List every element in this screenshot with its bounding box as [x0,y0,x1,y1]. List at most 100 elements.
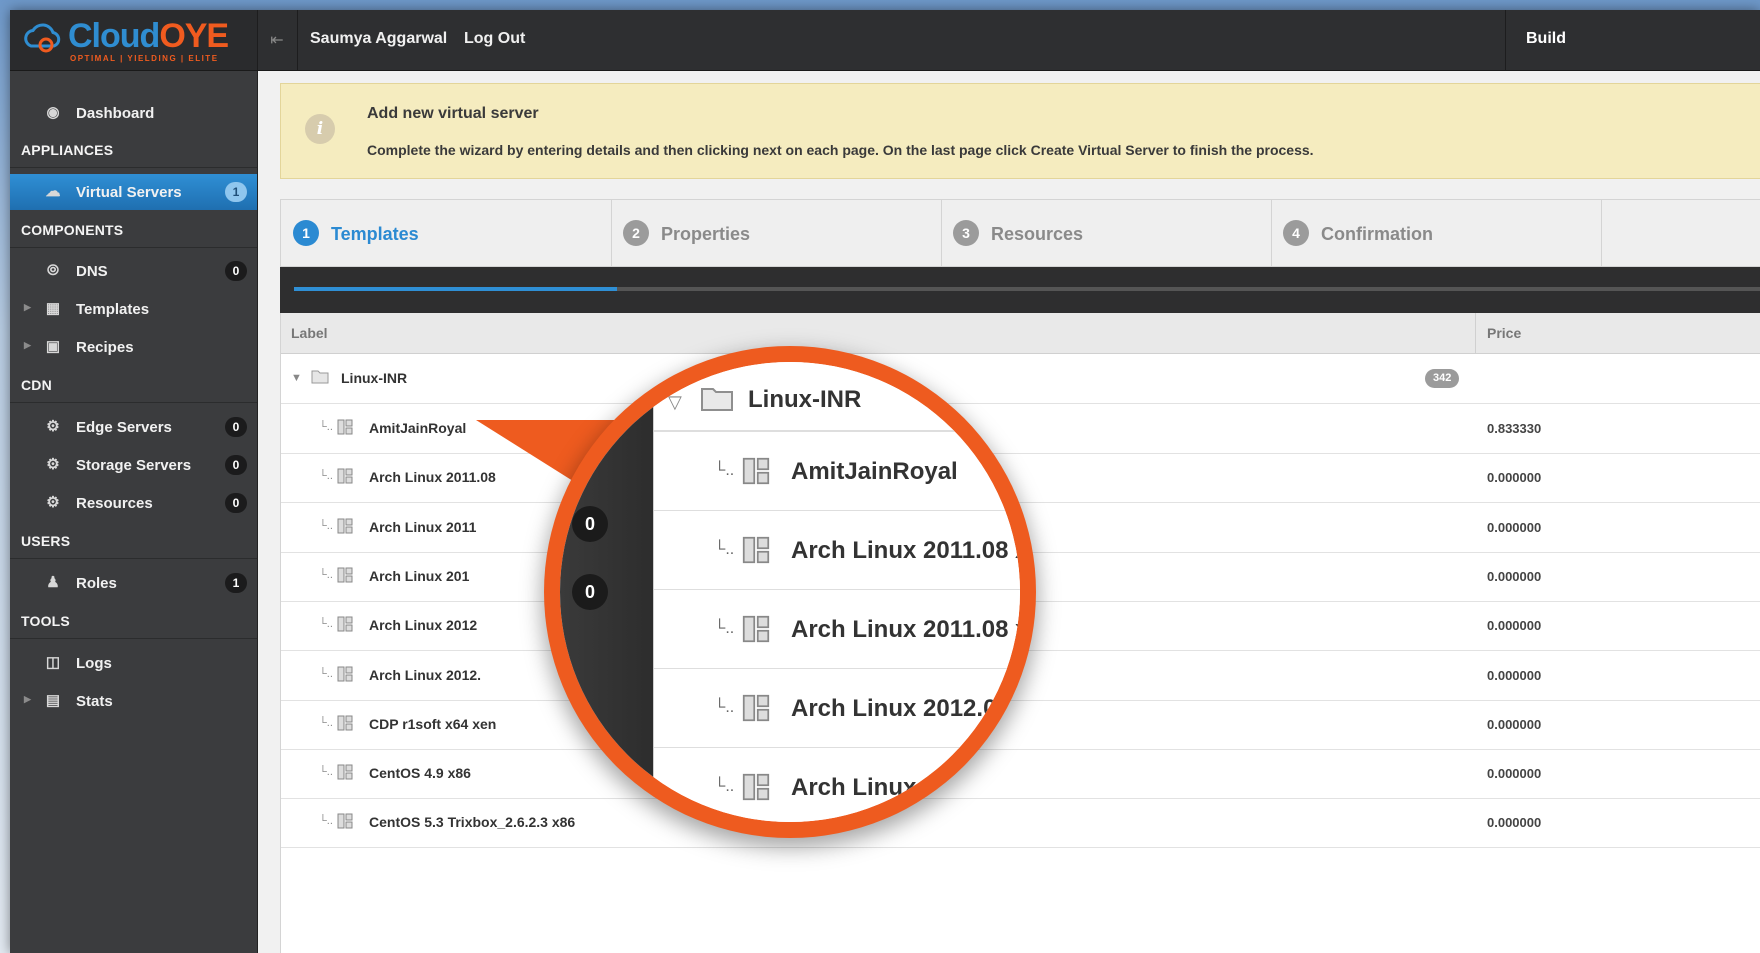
collapse-arrow-icon: ▽ [668,392,682,412]
wizard-progress-bar [280,267,1760,313]
template-icon [337,518,353,534]
section-appliances: APPLIANCES [21,142,114,158]
magnified-row: └.. Arch Linux 2012.08 x [654,669,1020,749]
row-price: 0.000000 [1487,716,1542,732]
template-icon [337,813,353,829]
row-price: 0.000000 [1487,815,1542,831]
cloud-icon: ☁ [45,183,61,200]
template-icon [742,536,770,564]
sidebar-item-roles[interactable]: ♟ Roles 1 [10,565,257,601]
tree-connector-icon: └.. [319,716,333,729]
template-icon [742,457,770,485]
count-badge: 1 [225,573,247,593]
section-cdn: CDN [21,377,52,393]
build-menu-button[interactable]: Build [1505,10,1760,70]
tree-connector-icon: └.. [319,421,333,433]
sidebar-item-recipes[interactable]: ▶ ▣ Recipes [10,329,257,365]
row-price: 0.000000 [1487,470,1542,486]
step-properties[interactable]: 2 Properties [611,200,942,266]
expand-arrow-icon[interactable]: ▶ [24,694,31,705]
expand-arrow-icon[interactable]: ▶ [24,340,31,351]
tree-connector-icon: └.. [319,766,333,779]
magnified-count-badge: 0 [572,574,608,610]
section-users: USERS [21,533,71,549]
table-row[interactable]: └.. CDP r1soft x64 xen 0.000000 [281,700,1760,750]
sidebar-item-edge-servers[interactable]: ⚙ Edge Servers 0 [10,409,257,445]
magnified-row-label: AmitJainRoyal [791,458,958,485]
info-notice: i Add new virtual server Complete the wi… [280,83,1760,179]
tree-connector-icon: └.. [319,519,333,532]
templates-icon: ▦ [45,300,61,317]
divider [10,558,257,559]
collapse-sidebar-icon[interactable]: ⇤ [257,10,298,70]
expand-arrow-icon[interactable]: ▶ [24,302,31,313]
group-row[interactable]: ▼ Linux-INR 342 [281,354,1760,404]
table-row[interactable]: └.. Arch Linux 2012 0.000000 [281,601,1760,652]
logo-tagline: OPTIMAL | YIELDING | ELITE [70,54,219,63]
sidebar-item-storage-servers[interactable]: ⚙ Storage Servers 0 [10,447,257,483]
sidebar: ◉ Dashboard APPLIANCES ☁ Virtual Servers… [10,71,258,953]
magnified-group-row: ▽ Linux-INR [654,362,1020,432]
count-badge: 0 [225,493,247,513]
count-badge: 342 [1425,369,1460,388]
column-divider [1475,313,1476,353]
row-label: Arch Linux 201 [369,567,470,584]
magnifier-callout: 0 0 0 ▽ Linux-INR └.. AmitJainRoyal └.. Arc… [560,362,1020,822]
magnified-row: └.. Arch Linux 2011.08 x86 [654,590,1020,670]
table-row[interactable]: └.. AmitJainRoyal 0.833330 [281,404,1760,454]
magnified-count-badge: 0 [572,506,608,542]
row-price: 0.000000 [1487,568,1542,584]
collapse-arrow-icon[interactable]: ▼ [291,372,302,384]
template-icon [337,666,353,681]
row-label: CDP r1soft x64 xen [369,715,497,732]
step-resources[interactable]: 3 Resources [941,200,1272,266]
template-icon [337,715,353,731]
table-row[interactable]: └.. Arch Linux 2011 0.000000 [281,503,1760,553]
progress-fill [294,287,617,291]
table-row[interactable]: └.. Arch Linux 2012. 0.000000 [281,651,1760,701]
tree-connector-icon: └.. [319,470,333,483]
top-bar: CloudOYE OPTIMAL | YIELDING | ELITE ⇤ Sa… [10,10,1760,71]
step-confirmation[interactable]: 4 Confirmation [1271,200,1602,266]
sidebar-item-virtual-servers[interactable]: ☁ Virtual Servers 1 [10,174,257,210]
column-header-label[interactable]: Label [291,325,328,341]
template-icon [337,468,353,484]
column-header-price[interactable]: Price [1487,325,1521,341]
sidebar-item-dns[interactable]: ⦾ DNS 0 [10,253,257,289]
table-row[interactable]: └.. CentOS 4.9 x86 0.000000 [281,749,1760,800]
tree-connector-icon: └.. [714,699,735,716]
table-row[interactable]: └.. Arch Linux 2011.08 0.000000 [281,453,1760,504]
dashboard-icon: ◉ [46,104,60,121]
user-name-link[interactable]: Saumya Aggarwal [310,30,447,48]
notice-body: Complete the wizard by entering details … [367,142,1314,158]
folder-icon [701,388,733,411]
row-price: 0.000000 [1487,618,1542,634]
row-price: 0.000000 [1487,667,1542,683]
divider [10,167,257,168]
sidebar-item-logs[interactable]: ◫ Logs [10,645,257,681]
table-row[interactable]: └.. Arch Linux 201 0.000000 [281,552,1760,602]
sidebar-item-templates[interactable]: ▶ ▦ Templates [10,291,257,327]
sidebar-item-dashboard[interactable]: ◉ Dashboard [10,95,257,131]
row-label: Arch Linux 2011.08 [369,469,496,486]
roles-icon: ♟ [46,574,60,591]
resources-icon: ⚙ [46,494,60,511]
tree-connector-icon: └.. [714,541,735,558]
logo[interactable]: CloudOYE OPTIMAL | YIELDING | ELITE [10,10,258,70]
logout-link[interactable]: Log Out [464,30,525,48]
step-templates[interactable]: 1 Templates [281,200,612,266]
template-icon [742,615,770,643]
count-badge: 0 [225,261,247,281]
sidebar-item-resources[interactable]: ⚙ Resources 0 [10,485,257,521]
cloud-logo-icon [24,23,61,53]
storage-servers-icon: ⚙ [46,456,60,473]
edge-servers-icon: ⚙ [46,418,60,435]
count-badge: 1 [225,182,247,202]
template-icon [337,419,353,435]
magnified-row: └.. Arch Linux 201 [654,748,1020,822]
count-badge: 0 [225,455,247,475]
sidebar-item-stats[interactable]: ▶ ▤ Stats [10,683,257,719]
table-row[interactable]: └.. CentOS 5.3 Trixbox_2.6.2.3 x86 0.00000… [281,798,1760,849]
grid-header: Label Price [281,313,1760,354]
template-icon [742,694,770,722]
